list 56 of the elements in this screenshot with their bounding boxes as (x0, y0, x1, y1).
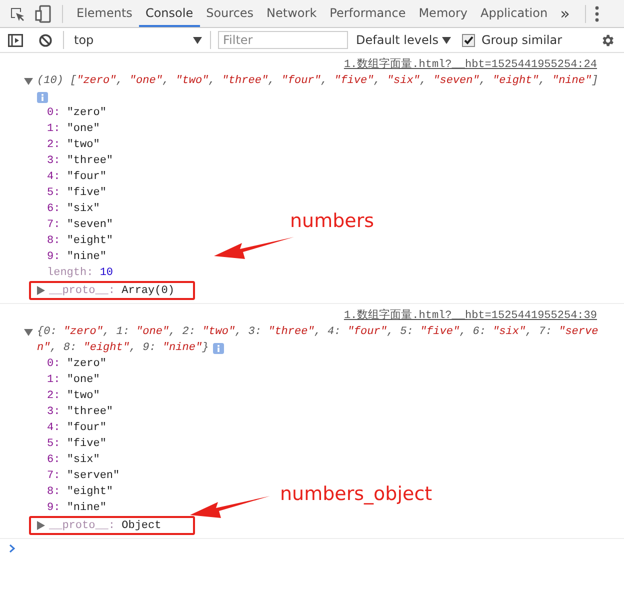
kebab-menu-icon[interactable] (594, 6, 599, 22)
group-similar-label: Group similar (481, 33, 562, 47)
expand-triangle-icon[interactable] (37, 286, 45, 295)
panel-tab[interactable]: Elements (70, 0, 139, 27)
property-entry: 0: "zero" (47, 107, 106, 119)
panel-tab[interactable]: Console (138, 0, 200, 27)
source-link[interactable]: 1.数组字面量.html?__hbt=1525441955254:39 (344, 308, 597, 324)
property-entry: 9: "nine" (47, 502, 106, 514)
more-tabs-button[interactable]: » (560, 4, 570, 23)
panel-tab[interactable]: Application (474, 0, 554, 27)
panel-tab[interactable]: Network (260, 0, 324, 27)
panel-tab[interactable]: Sources (200, 0, 260, 27)
clear-icon[interactable] (39, 34, 52, 46)
dropdown-icon (442, 36, 452, 44)
property-entry: 4: "four" (47, 422, 106, 434)
property-entry: 3: "three" (47, 406, 114, 418)
property-entry: 2: "two" (47, 139, 100, 151)
property-entry: 1: "one" (47, 374, 100, 386)
collapse-triangle-icon[interactable] (24, 77, 33, 86)
device-icon[interactable] (35, 4, 51, 22)
property-entry: 6: "six" (47, 203, 100, 215)
property-entry: 7: "serven" (47, 470, 120, 482)
property-entry: 9: "nine" (47, 251, 106, 263)
object-summary-line: n", 8: "eight", 9: "nine"} (37, 341, 209, 356)
group-similar-checkbox[interactable] (462, 34, 476, 46)
property-entry: 6: "six" (47, 454, 100, 466)
prompt-icon (9, 544, 16, 553)
source-link[interactable]: 1.数组字面量.html?__hbt=1525441955254:24 (344, 57, 597, 73)
property-entry: 0: "zero" (47, 358, 106, 370)
filter-field[interactable]: Filter (218, 31, 348, 49)
inspect-icon[interactable] (9, 6, 25, 22)
collapse-triangle-icon[interactable] (24, 328, 33, 337)
dropdown-icon (193, 36, 202, 44)
settings-icon[interactable] (600, 32, 615, 48)
property-entry: length: 10 (47, 267, 114, 279)
property-entry: 5: "five" (47, 438, 106, 450)
property-entry: 7: "seven" (47, 219, 114, 231)
property-entry: 8: "eight" (47, 486, 114, 498)
object-summary-line: {0: "zero", 1: "one", 2: "two", 3: "three", 4: "four", 5: "five", 6: "six", 7: "serve (37, 325, 598, 340)
property-entry: __proto__: Object (49, 518, 162, 534)
panel-tab[interactable]: Performance (323, 0, 412, 27)
panel-tab[interactable]: Memory (412, 0, 474, 27)
property-entry: 2: "two" (47, 390, 100, 402)
annotation-label: numbers_object (280, 482, 432, 506)
property-entry: __proto__: Array(0) (49, 284, 174, 298)
context-select[interactable]: top (74, 33, 202, 47)
property-entry: 3: "three" (47, 155, 114, 167)
sidebar-icon[interactable] (8, 34, 23, 46)
annotation-label: numbers (290, 209, 374, 233)
levels-dropdown[interactable]: Default levels (356, 33, 452, 47)
property-entry: 1: "one" (47, 123, 100, 135)
property-entry: 8: "eight" (47, 235, 114, 247)
property-entry: 5: "five" (47, 187, 106, 199)
property-entry: 4: "four" (47, 171, 106, 183)
expand-triangle-icon[interactable] (37, 521, 45, 530)
object-summary-line: (10) ["zero", "one", "two", "three", "four", "five", "six", "seven", "eight", "nine"] (37, 74, 598, 89)
